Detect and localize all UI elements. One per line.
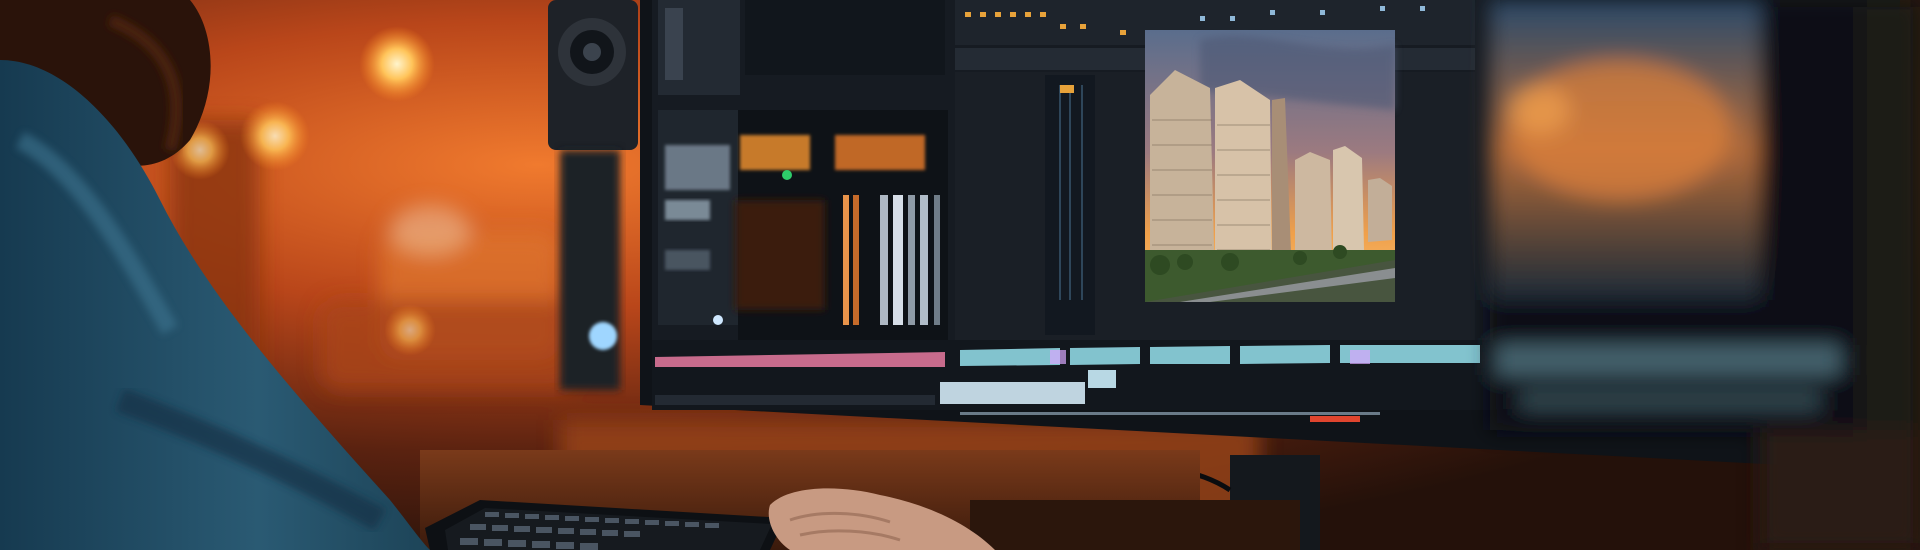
timeline-panel: [652, 340, 1502, 422]
clip-viewer-panel: [735, 110, 948, 340]
program-monitor: [955, 30, 1475, 342]
building-render-image: [1145, 30, 1395, 302]
desk-shadow: [970, 500, 1300, 550]
scene-svg: [0, 0, 1920, 550]
photo-scene: [0, 0, 1920, 550]
